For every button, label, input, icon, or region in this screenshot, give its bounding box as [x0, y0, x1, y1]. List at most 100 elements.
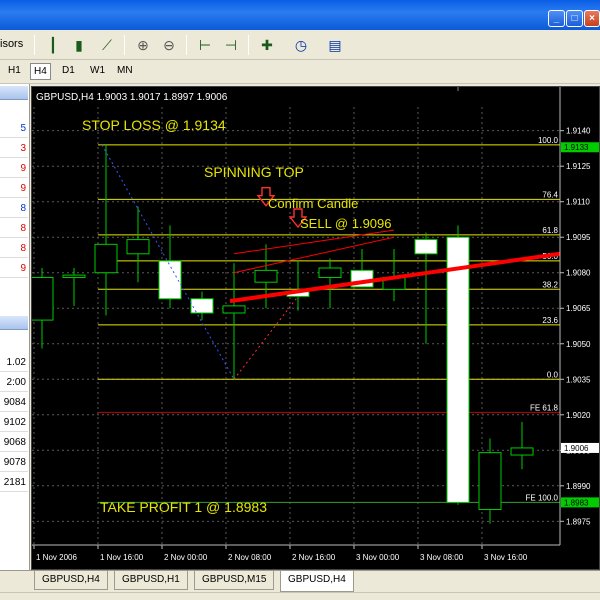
- candle-body: [126, 239, 150, 255]
- candle-body: [254, 269, 278, 283]
- price-tick-label: 1.8975: [566, 517, 591, 526]
- minimize-button[interactable]: _: [548, 10, 565, 27]
- candle-body: [318, 267, 342, 278]
- tab-gbpusd-h1[interactable]: GBPUSD,H1: [114, 571, 188, 590]
- price-tick-label: 1.9140: [566, 127, 591, 136]
- toolbar-separator: [248, 35, 249, 55]
- price-tick-label: 1.9080: [566, 269, 591, 278]
- candle-body: [446, 236, 470, 503]
- spinning-top-annotation: SPINNING TOP: [204, 164, 304, 180]
- templates-icon[interactable]: ▤: [324, 34, 346, 56]
- price-tick-label: 1.9020: [566, 411, 591, 420]
- time-tick-label: 2 Nov 08:00: [228, 553, 272, 562]
- list-item[interactable]: 9: [0, 160, 28, 178]
- chart-header: GBPUSD,H4 1.9003 1.9017 1.8997 1.9006: [36, 92, 228, 103]
- list-item[interactable]: 8: [0, 240, 28, 258]
- price-tick-label: 1.9095: [566, 233, 591, 242]
- fib-levels: 100.076.461.850.038.223.60.0FE 61.8FE 10…: [98, 136, 560, 503]
- fe-label: FE 61.8: [530, 403, 559, 412]
- price-label-text: 1.9006: [564, 444, 589, 453]
- bar-chart-icon[interactable]: ┃: [42, 34, 64, 56]
- list-item[interactable]: 2181: [0, 474, 28, 492]
- auto-scroll-icon[interactable]: ⊣: [220, 34, 242, 56]
- list-item[interactable]: 1.02: [0, 354, 28, 372]
- timeframe-toolbar: H1 H4 D1 W1 MN: [0, 60, 600, 84]
- toolbar-separator: [34, 35, 35, 55]
- candle-body: [94, 243, 118, 274]
- fib-label: 23.6: [542, 316, 558, 325]
- zoom-out-icon[interactable]: ⊖: [158, 34, 180, 56]
- toolbar-separator: [186, 35, 187, 55]
- price-chart[interactable]: GBPUSD,H4 1.9003 1.9017 1.8997 1.9006 10…: [30, 86, 600, 570]
- time-tick-label: 1 Nov 2006: [36, 553, 77, 562]
- timeframe-h1[interactable]: H1: [8, 65, 21, 76]
- list-item[interactable]: 9: [0, 260, 28, 278]
- price-tick-label: 1.9125: [566, 162, 591, 171]
- fib-label: 76.4: [542, 190, 558, 199]
- list-item[interactable]: 8: [0, 200, 28, 218]
- toolbar-separator: [124, 35, 125, 55]
- list-item[interactable]: 9084: [0, 394, 28, 412]
- candle-body: [222, 305, 246, 314]
- time-axis: 1 Nov 2006 1 Nov 16:00 2 Nov 00:00 2 Nov 08…: [32, 544, 560, 562]
- zoom-in-icon[interactable]: ⊕: [132, 34, 154, 56]
- tab-gbpusd-m15[interactable]: GBPUSD,M15: [194, 571, 275, 590]
- channel-line: [233, 236, 395, 274]
- price-tick-label: 1.8990: [566, 482, 591, 491]
- line-chart-icon[interactable]: ⟋: [96, 34, 118, 56]
- list-item[interactable]: 3: [0, 140, 28, 158]
- toolbar-experts-label[interactable]: isors: [0, 38, 23, 50]
- price-tick-label: 1.9110: [566, 198, 590, 207]
- panel-header: [0, 316, 28, 330]
- market-watch-panel: 5 3 9 9 8 8 8 9 1.02 2:00 9084 9102 9068…: [0, 84, 30, 570]
- time-tick-label: 2 Nov 00:00: [164, 553, 208, 562]
- main-toolbar: isors ┃ ▮ ⟋ ⊕ ⊖ ⊢ ⊣ ✚ ◷ ▤: [0, 30, 600, 60]
- price-tick-label: 1.9035: [566, 375, 591, 384]
- chart-canvas[interactable]: GBPUSD,H4 1.9003 1.9017 1.8997 1.9006 10…: [30, 87, 599, 569]
- time-tick-label: 2 Nov 16:00: [292, 553, 336, 562]
- price-label-text: 1.8983: [564, 498, 589, 507]
- periods-icon[interactable]: ◷: [290, 34, 312, 56]
- chart-tabs: GBPUSD,H4 GBPUSD,H1 GBPUSD,M15 GBPUSD,H4: [0, 570, 600, 592]
- time-tick-label: 3 Nov 00:00: [356, 553, 400, 562]
- fib-label: 38.2: [542, 280, 558, 289]
- time-tick-label: 1 Nov 16:00: [100, 553, 144, 562]
- list-item[interactable]: 9068: [0, 434, 28, 452]
- price-label-text: 1.9133: [564, 143, 589, 152]
- timeframe-h4[interactable]: H4: [30, 63, 51, 80]
- timeframe-d1[interactable]: D1: [62, 65, 75, 76]
- fib-label: 0.0: [547, 370, 559, 379]
- price-tick-label: 1.9050: [566, 340, 591, 349]
- stop-loss-annotation: STOP LOSS @ 1.9134: [82, 117, 226, 133]
- candle-body: [158, 260, 182, 300]
- time-tick-label: 3 Nov 08:00: [420, 553, 464, 562]
- maximize-button[interactable]: □: [566, 10, 583, 27]
- price-tick-label: 1.9065: [566, 304, 591, 313]
- candlestick-icon[interactable]: ▮: [68, 34, 90, 56]
- timeframe-w1[interactable]: W1: [90, 65, 105, 76]
- fib-label: 61.8: [542, 226, 558, 235]
- candle-body: [510, 447, 534, 456]
- indicators-icon[interactable]: ✚: [256, 34, 278, 56]
- status-bar: [0, 592, 600, 600]
- fe-label: FE 100.0: [526, 493, 559, 502]
- list-item[interactable]: 9078: [0, 454, 28, 472]
- close-button[interactable]: ×: [584, 10, 600, 27]
- window-titlebar: _ □ ×: [0, 0, 600, 30]
- list-item[interactable]: 8: [0, 220, 28, 238]
- time-tick-label: 3 Nov 16:00: [484, 553, 528, 562]
- candle-body: [414, 239, 438, 255]
- tab-gbpusd-h4-active[interactable]: GBPUSD,H4: [280, 571, 354, 592]
- take-profit-annotation: TAKE PROFIT 1 @ 1.8983: [100, 499, 267, 515]
- chart-shift-icon[interactable]: ⊢: [194, 34, 216, 56]
- list-item[interactable]: 5: [0, 120, 28, 138]
- list-item[interactable]: 9102: [0, 414, 28, 432]
- list-item[interactable]: 2:00: [0, 374, 28, 392]
- tab-gbpusd-h4[interactable]: GBPUSD,H4: [34, 571, 108, 590]
- confirm-candle-annotation: Confirm Candle: [268, 196, 358, 211]
- candle-body: [190, 298, 214, 314]
- sell-annotation: SELL @ 1.9096: [300, 216, 392, 231]
- timeframe-mn[interactable]: MN: [117, 65, 133, 76]
- candle-body: [478, 452, 502, 510]
- list-item[interactable]: 9: [0, 180, 28, 198]
